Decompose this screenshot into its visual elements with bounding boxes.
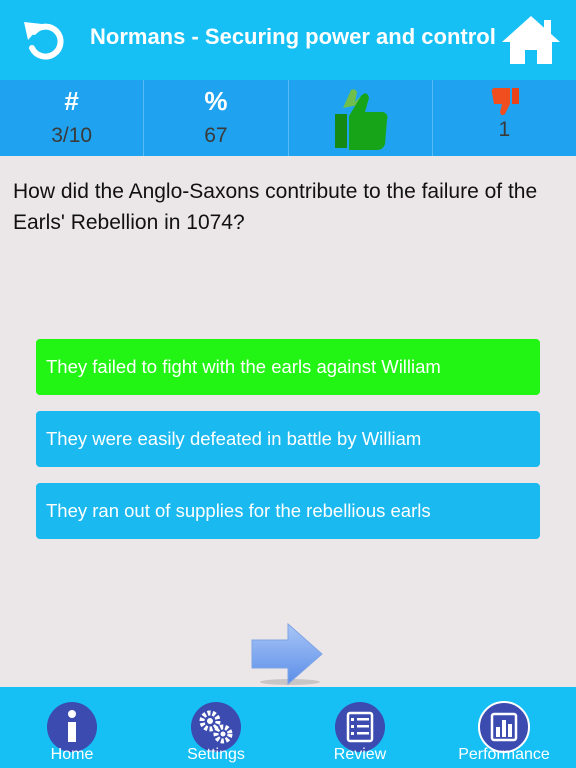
answer-option-3[interactable]: They ran out of supplies for the rebelli… — [36, 483, 540, 539]
page-title: Normans - Securing power and control — [90, 24, 496, 49]
right-arrow-icon[interactable] — [250, 622, 330, 686]
tab-review-label: Review — [333, 746, 387, 763]
answer-option-1[interactable]: They failed to fight with the earls agai… — [36, 339, 540, 395]
thumbs-up-icon — [334, 89, 387, 150]
question-text: How did the Anglo-Saxons contribute to t… — [13, 180, 538, 234]
answer-option-2[interactable]: They were easily defeated in battle by W… — [36, 411, 540, 467]
question-number-stat: # 3/10 — [0, 80, 145, 156]
percent-stat: % 67 — [144, 80, 289, 156]
tab-home[interactable]: Home — [12, 687, 132, 768]
tab-performance[interactable]: Performance — [444, 687, 564, 768]
percent-value: 67 — [204, 124, 228, 147]
undo-arrow-icon[interactable] — [20, 14, 72, 66]
stats-bar: # 3/10 % 67 1 — [0, 80, 576, 156]
wrong-count: 1 — [498, 118, 511, 141]
wrong-stat: 1 — [433, 80, 576, 156]
tab-home-label: Home — [50, 746, 94, 763]
tab-performance-label: Performance — [458, 746, 550, 763]
tab-settings-label: Settings — [187, 746, 245, 763]
tab-bar: Home Settings Review Performance — [0, 687, 576, 768]
header-bar: Normans - Securing power and control — [0, 0, 576, 80]
question-progress: 3/10 — [51, 124, 93, 147]
thumbs-down-icon — [491, 88, 519, 116]
home-icon[interactable] — [500, 12, 562, 68]
correct-stat — [289, 80, 433, 156]
tab-settings[interactable]: Settings — [156, 687, 276, 768]
percent-header: % — [204, 86, 228, 116]
number-header: # — [64, 86, 79, 116]
tab-review[interactable]: Review — [300, 687, 420, 768]
